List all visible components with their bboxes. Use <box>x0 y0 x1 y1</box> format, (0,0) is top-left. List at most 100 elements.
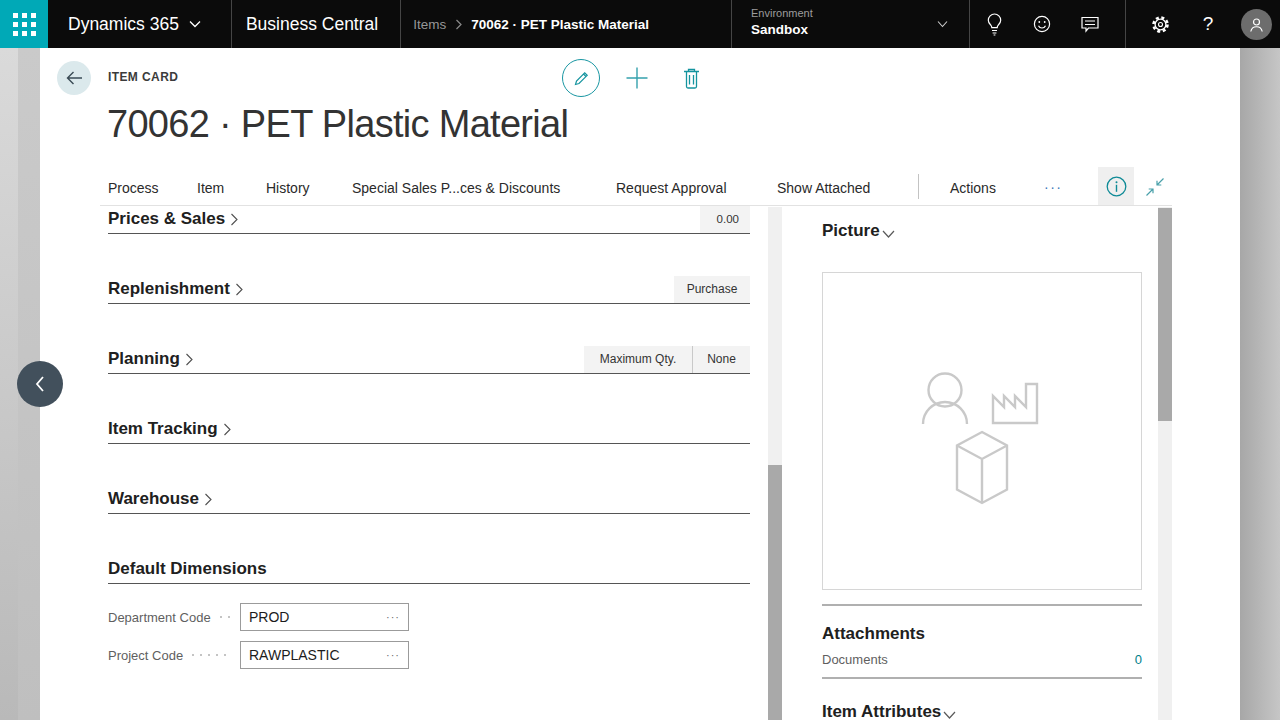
app-launcher-button[interactable] <box>0 0 48 48</box>
content-scrollbar-thumb[interactable] <box>768 465 782 720</box>
info-button[interactable] <box>1098 167 1134 205</box>
collapse-pane-button[interactable] <box>1144 176 1166 198</box>
whats-new-button[interactable] <box>970 0 1018 48</box>
delete-button[interactable] <box>682 67 701 93</box>
picture-section-header[interactable]: Picture <box>822 221 895 241</box>
chevron-left-icon <box>33 374 47 394</box>
project-code-lookup-button[interactable]: ··· <box>386 649 408 661</box>
factbox-divider <box>822 677 1142 679</box>
help-button[interactable]: ? <box>1184 0 1232 48</box>
replenishment-system-summary: Purchase <box>674 276 750 303</box>
chevron-right-icon <box>185 353 193 366</box>
section-divider <box>108 443 750 444</box>
section-prices-and-sales[interactable]: Prices & Sales 0.00 <box>108 205 750 233</box>
brand-label: Dynamics 365 <box>68 14 179 35</box>
waffle-icon <box>13 13 36 36</box>
section-divider <box>108 373 750 374</box>
chevron-down-icon <box>189 20 201 28</box>
section-warehouse[interactable]: Warehouse <box>108 485 750 513</box>
section-divider <box>108 303 750 304</box>
section-item-tracking[interactable]: Item Tracking <box>108 415 750 443</box>
arrow-left-icon <box>66 71 83 85</box>
unit-price-summary: 0.00 <box>700 206 750 233</box>
left-background <box>0 48 18 720</box>
tab-special-sales-prices-discounts[interactable]: Special Sales P...ces & Discounts <box>352 180 560 196</box>
dotted-leader <box>192 654 231 656</box>
item-picture-placeholder[interactable] <box>822 272 1142 590</box>
info-icon <box>1106 176 1127 197</box>
section-default-dimensions: Default Dimensions <box>108 555 750 583</box>
attachments-section-header: Attachments <box>822 624 925 644</box>
documents-count-link[interactable]: 0 <box>1135 652 1142 667</box>
tab-show-attached[interactable]: Show Attached <box>777 180 870 196</box>
section-divider <box>108 513 750 514</box>
back-button[interactable] <box>57 61 91 95</box>
section-replenishment[interactable]: Replenishment Purchase <box>108 275 750 303</box>
chat-icon <box>1081 16 1099 33</box>
environment-picker[interactable]: Environment Sandbox <box>731 0 970 48</box>
tab-item[interactable]: Item <box>197 180 224 196</box>
planning-none-summary: None <box>692 346 750 373</box>
chevron-down-icon <box>882 230 895 238</box>
plus-icon <box>625 66 649 90</box>
trash-icon <box>682 67 701 89</box>
feedback-smiley-button[interactable] <box>1018 0 1066 48</box>
chevron-down-icon <box>937 20 948 28</box>
pencil-icon <box>573 70 590 87</box>
section-divider <box>108 233 750 234</box>
divider <box>1125 0 1126 48</box>
edit-button[interactable] <box>562 59 600 97</box>
project-code-label: Project Code <box>108 641 236 669</box>
collapse-arrows-icon <box>1144 176 1166 198</box>
breadcrumb-parent[interactable]: Items <box>413 17 446 32</box>
documents-row: Documents 0 <box>822 652 1142 667</box>
settings-button[interactable] <box>1136 0 1184 48</box>
chevron-right-icon <box>235 283 243 296</box>
factbox-scrollbar-thumb[interactable] <box>1158 208 1172 421</box>
gear-icon <box>1151 15 1170 34</box>
collapse-role-explorer-button[interactable] <box>17 361 63 407</box>
reordering-policy-summary: Maximum Qty. <box>584 346 692 373</box>
environment-label: Environment <box>751 7 969 19</box>
chevron-right-icon <box>230 213 238 226</box>
department-code-lookup-button[interactable]: ··· <box>386 611 408 623</box>
chevron-right-icon <box>223 423 231 436</box>
dotted-leader <box>220 616 231 618</box>
department-code-value: PROD <box>241 609 386 625</box>
avatar <box>1241 9 1272 40</box>
new-button[interactable] <box>625 66 649 94</box>
project-code-value: RAWPLASTIC <box>241 647 386 663</box>
divider <box>918 174 919 199</box>
item-placeholder-icon <box>823 273 1141 589</box>
page-scrollbar[interactable] <box>1240 48 1280 720</box>
account-button[interactable] <box>1232 0 1280 48</box>
item-card-page: Dynamics 365 Business Central Items 7006… <box>0 0 1280 720</box>
person-icon <box>1248 16 1265 33</box>
feedback-message-button[interactable] <box>1066 0 1114 48</box>
department-code-field[interactable]: PROD ··· <box>240 603 409 631</box>
tab-request-approval[interactable]: Request Approval <box>616 180 727 196</box>
chevron-right-icon <box>455 19 462 30</box>
project-code-field[interactable]: RAWPLASTIC ··· <box>240 641 409 669</box>
section-divider <box>108 583 750 584</box>
lightbulb-icon <box>986 13 1003 36</box>
top-navigation-bar: Dynamics 365 Business Central Items 7006… <box>0 0 1280 48</box>
business-central-home-link[interactable]: Business Central <box>232 0 400 48</box>
chevron-down-icon <box>943 711 956 719</box>
department-code-label: Department Code <box>108 603 236 631</box>
section-planning[interactable]: Planning Maximum Qty. None <box>108 345 750 373</box>
breadcrumb: Items 70062 · PET Plastic Material <box>401 0 661 48</box>
documents-label: Documents <box>822 652 888 667</box>
more-options-button[interactable]: ··· <box>1044 179 1063 195</box>
factbox-divider <box>822 604 1142 606</box>
breadcrumb-current: 70062 · PET Plastic Material <box>471 17 649 32</box>
smiley-icon <box>1033 15 1051 33</box>
page-caption: ITEM CARD <box>108 70 178 84</box>
tab-process[interactable]: Process <box>108 180 159 196</box>
dynamics-365-menu[interactable]: Dynamics 365 <box>48 0 231 48</box>
tab-history[interactable]: History <box>266 180 310 196</box>
page-title: 70062 · PET Plastic Material <box>107 103 568 146</box>
item-attributes-section-header[interactable]: Item Attributes <box>822 702 956 720</box>
chevron-right-icon <box>204 493 212 506</box>
tab-actions[interactable]: Actions <box>950 180 996 196</box>
